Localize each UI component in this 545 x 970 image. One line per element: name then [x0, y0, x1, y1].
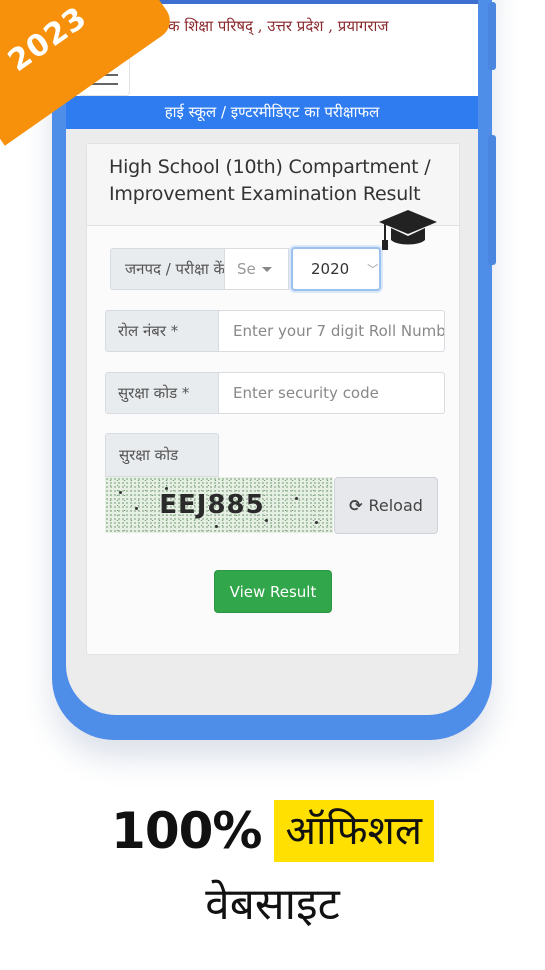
chevron-down-icon: ﹀	[367, 263, 379, 276]
phone-frame: माध्यमिक शिक्षा परिषद् , उत्तर प्रदेश , …	[52, 0, 496, 740]
district-select[interactable]: Se	[225, 248, 289, 290]
tagline-percent: 100%	[111, 802, 262, 860]
roll-number-row: रोल नंबर * Enter your 7 digit Roll Numbe…	[105, 310, 445, 352]
security-code-input[interactable]: Enter security code	[219, 372, 445, 414]
reload-label: Reload	[368, 496, 423, 515]
graduation-cap-icon	[379, 210, 437, 250]
promo-screen: माध्यमिक शिक्षा परिषद् , उत्तर प्रदेश , …	[0, 0, 545, 970]
view-result-button[interactable]: View Result	[214, 570, 332, 613]
card-title-line1: High School (10th) Compartment /	[109, 156, 431, 178]
card-title-line2: Improvement Examination Result	[109, 183, 421, 205]
tagline-line1: 100% ऑफिशल	[0, 800, 545, 862]
result-form-card: High School (10th) Compartment / Improve…	[86, 143, 460, 655]
results-banner: हाई स्कूल / इण्टरमीडिएट का परीक्षाफल	[66, 96, 478, 129]
district-select-value: Se	[237, 260, 256, 278]
captcha-noise	[315, 521, 318, 524]
security-code-row: सुरक्षा कोड * Enter security code	[105, 372, 445, 414]
captcha-noise	[265, 519, 268, 522]
captcha-label: सुरक्षा कोड	[105, 433, 219, 477]
captcha-text: EEJ885	[159, 490, 265, 520]
captcha-noise	[215, 525, 218, 528]
captcha-noise	[165, 487, 168, 490]
security-code-label: सुरक्षा कोड *	[105, 372, 219, 414]
refresh-icon: ⟳	[349, 496, 363, 515]
phone-side-button	[488, 2, 496, 70]
captcha-noise	[135, 507, 138, 510]
year-select-value: 2020	[311, 260, 350, 278]
tagline-highlight: ऑफिशल	[273, 800, 434, 862]
reload-captcha-button[interactable]: ⟳ Reload	[334, 477, 438, 534]
tagline-line2: वेबसाइट	[205, 879, 340, 930]
captcha-noise	[119, 491, 122, 494]
year-select[interactable]: 2020 ﹀	[291, 247, 381, 291]
captcha-noise	[295, 497, 298, 500]
hamburger-icon-line	[90, 83, 118, 85]
district-year-row: जनपद / परीक्षा केंद्र Se 2020 ﹀	[110, 247, 381, 291]
captcha-image: EEJ885	[105, 477, 333, 533]
caret-down-icon	[261, 266, 272, 272]
phone-side-button	[488, 135, 496, 265]
phone-screen: माध्यमिक शिक्षा परिषद् , उत्तर प्रदेश , …	[66, 0, 478, 715]
roll-number-label: रोल नंबर *	[105, 310, 219, 352]
roll-number-input[interactable]: Enter your 7 digit Roll Number	[219, 310, 445, 352]
district-label: जनपद / परीक्षा केंद्र	[110, 248, 225, 290]
